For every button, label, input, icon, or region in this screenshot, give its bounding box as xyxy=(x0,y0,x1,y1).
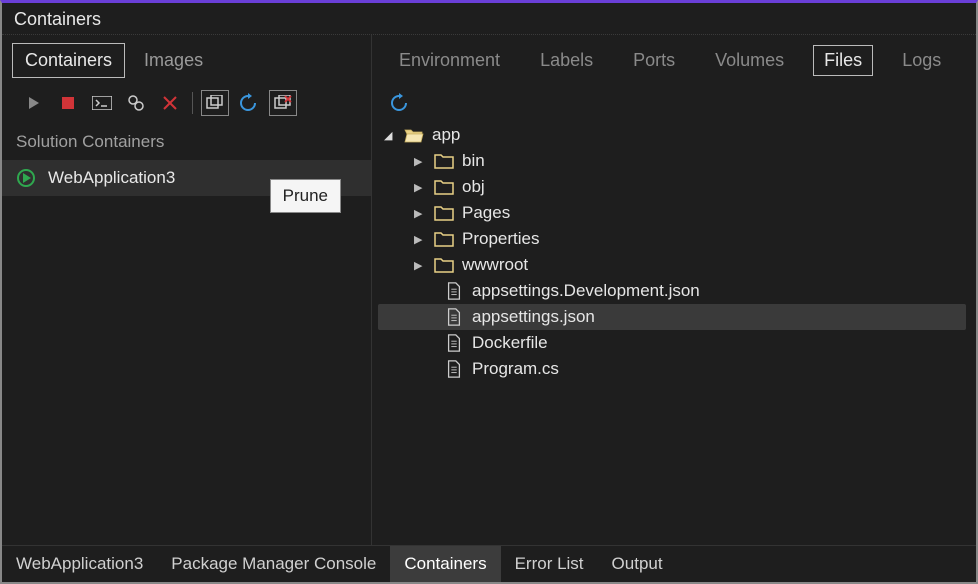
folder-icon xyxy=(434,152,454,170)
prune-tooltip: Prune xyxy=(270,179,341,213)
file-tree: ◢ app ▶ bin ▶ obj ▶ Pages xyxy=(372,120,976,545)
expander-icon[interactable]: ▶ xyxy=(414,233,426,246)
folder-icon xyxy=(434,256,454,274)
file-icon xyxy=(444,334,464,352)
running-status-icon xyxy=(16,168,36,188)
tab-volumes[interactable]: Volumes xyxy=(704,45,795,76)
containers-sidebar: Containers Images xyxy=(2,35,372,545)
tree-label: obj xyxy=(462,177,485,197)
tree-folder[interactable]: ▶ Pages xyxy=(378,200,966,226)
tab-ports[interactable]: Ports xyxy=(622,45,686,76)
bottom-tab-pmc[interactable]: Package Manager Console xyxy=(157,546,390,582)
windows-button[interactable] xyxy=(201,90,229,116)
tree-folder[interactable]: ▶ obj xyxy=(378,174,966,200)
tree-folder[interactable]: ▶ bin xyxy=(378,148,966,174)
terminal-button[interactable] xyxy=(88,90,116,116)
tree-folder[interactable]: ▶ Properties xyxy=(378,226,966,252)
details-panel: Environment Labels Ports Volumes Files L… xyxy=(372,35,976,545)
tree-label: Program.cs xyxy=(472,359,559,379)
left-toolbar xyxy=(2,86,371,124)
tree-label: bin xyxy=(462,151,485,171)
folder-open-icon xyxy=(404,126,424,144)
tree-label: Properties xyxy=(462,229,539,249)
left-tab-strip: Containers Images xyxy=(2,35,371,86)
tree-label: Dockerfile xyxy=(472,333,548,353)
tab-labels[interactable]: Labels xyxy=(529,45,604,76)
expander-icon[interactable]: ▶ xyxy=(414,155,426,168)
bottom-tab-strip: WebApplication3 Package Manager Console … xyxy=(2,545,976,582)
prune-button[interactable] xyxy=(269,90,297,116)
refresh-icon xyxy=(239,93,259,113)
settings-button[interactable] xyxy=(122,90,150,116)
tree-label: appsettings.Development.json xyxy=(472,281,700,301)
tree-file[interactable]: Dockerfile xyxy=(378,330,966,356)
tree-label: appsettings.json xyxy=(472,307,595,327)
tab-environment[interactable]: Environment xyxy=(388,45,511,76)
tree-file[interactable]: Program.cs xyxy=(378,356,966,382)
tab-logs[interactable]: Logs xyxy=(891,45,952,76)
refresh-button[interactable] xyxy=(235,90,263,116)
file-icon xyxy=(444,360,464,378)
tab-images[interactable]: Images xyxy=(131,43,216,78)
tree-folder-app[interactable]: ◢ app xyxy=(378,122,966,148)
container-item-label: WebApplication3 xyxy=(48,168,175,188)
expander-icon[interactable]: ◢ xyxy=(384,129,396,142)
expander-icon[interactable]: ▶ xyxy=(414,207,426,220)
tree-label: Pages xyxy=(462,203,510,223)
bottom-tab-output[interactable]: Output xyxy=(598,546,677,582)
play-icon xyxy=(26,95,42,111)
expander-icon[interactable]: ▶ xyxy=(414,181,426,194)
tree-folder[interactable]: ▶ wwwroot xyxy=(378,252,966,278)
panel-title: Containers xyxy=(2,3,976,35)
files-refresh-button[interactable] xyxy=(386,90,414,116)
expander-icon[interactable]: ▶ xyxy=(414,259,426,272)
terminal-icon xyxy=(92,96,112,110)
tab-containers[interactable]: Containers xyxy=(12,43,125,78)
tab-files[interactable]: Files xyxy=(813,45,873,76)
files-toolbar xyxy=(372,84,976,120)
tree-label: wwwroot xyxy=(462,255,528,275)
folder-icon xyxy=(434,230,454,248)
tree-file[interactable]: appsettings.Development.json xyxy=(378,278,966,304)
x-icon xyxy=(162,95,178,111)
toolbar-separator xyxy=(192,92,193,114)
refresh-icon xyxy=(390,93,410,113)
detail-tab-strip: Environment Labels Ports Volumes Files L… xyxy=(372,35,976,84)
bottom-tab-webapp[interactable]: WebApplication3 xyxy=(2,546,157,582)
folder-icon xyxy=(434,178,454,196)
windows-icon xyxy=(206,95,224,111)
folder-icon xyxy=(434,204,454,222)
stop-button[interactable] xyxy=(54,90,82,116)
prune-icon xyxy=(274,95,292,111)
file-icon xyxy=(444,282,464,300)
bottom-tab-errorlist[interactable]: Error List xyxy=(501,546,598,582)
delete-button[interactable] xyxy=(156,90,184,116)
solution-containers-label: Solution Containers xyxy=(2,124,371,160)
gear-icon xyxy=(127,94,145,112)
stop-icon xyxy=(61,96,75,110)
start-button[interactable] xyxy=(20,90,48,116)
file-icon xyxy=(444,308,464,326)
tree-label: app xyxy=(432,125,460,145)
bottom-tab-containers[interactable]: Containers xyxy=(390,546,500,582)
tree-file[interactable]: appsettings.json xyxy=(378,304,966,330)
